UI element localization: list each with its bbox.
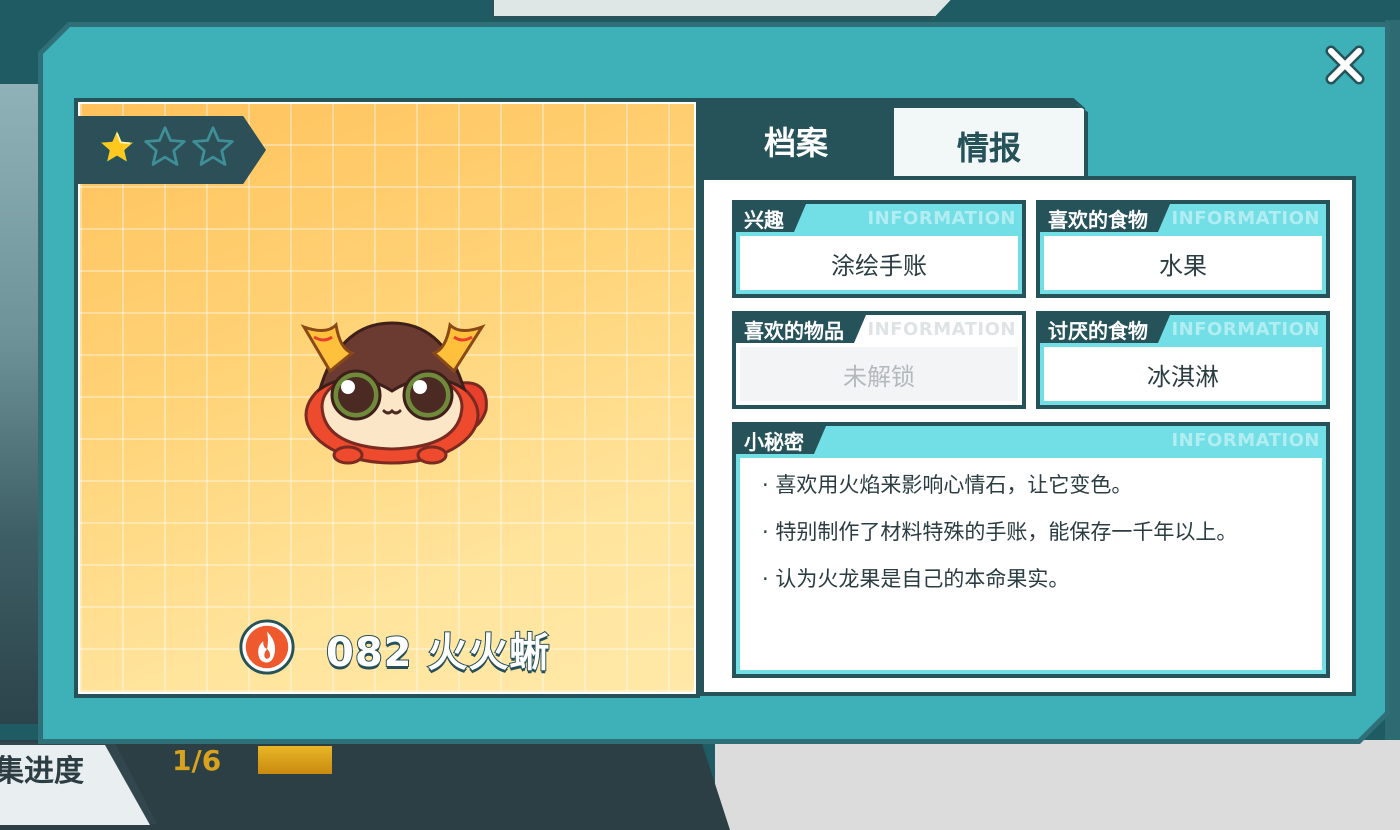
favorite-item-card: 喜欢的物品 INFORMATION 未解锁 <box>732 311 1026 409</box>
collection-progress-count: 1/6 <box>172 744 222 777</box>
close-button[interactable] <box>1320 40 1370 90</box>
disliked-food-card-header: 讨厌的食物 <box>1040 315 1170 343</box>
secret-card: 小秘密 INFORMATION · 喜欢用火焰来影响心情石，让它变色。 · 特别… <box>732 422 1330 678</box>
secret-line: · 认为火龙果是自己的本命果实。 <box>762 567 1070 591</box>
disliked-food-value: 冰淇淋 <box>1044 347 1322 401</box>
interest-card-header: 兴趣 <box>736 204 806 232</box>
fire-icon <box>239 619 295 675</box>
favorite-item-value: 未解锁 <box>740 347 1018 401</box>
information-watermark: INFORMATION <box>867 319 1016 340</box>
favorite-food-value: 水果 <box>1044 236 1322 290</box>
favorite-food-card-header: 喜欢的食物 <box>1040 204 1170 232</box>
star-filled-icon <box>96 126 138 166</box>
star-empty-icon <box>192 126 234 166</box>
tab-profile[interactable]: 档案 <box>706 104 886 178</box>
information-watermark: INFORMATION <box>1171 208 1320 229</box>
secret-card-header: 小秘密 <box>736 426 826 454</box>
favorite-item-card-header: 喜欢的物品 <box>736 315 866 343</box>
background-top-tab <box>490 0 960 20</box>
tab-profile-label: 档案 <box>763 124 828 162</box>
collection-progress-label: 集进度 <box>0 754 84 789</box>
secret-line: · 特别制作了材料特殊的手账，能保存一千年以上。 <box>762 520 1238 544</box>
tab-information-label: 情报 <box>956 129 1021 167</box>
interest-value: 涂绘手账 <box>740 236 1018 290</box>
information-watermark: INFORMATION <box>867 208 1016 229</box>
tab-information[interactable]: 情报 <box>890 104 1088 184</box>
close-icon <box>1325 45 1365 85</box>
information-watermark: INFORMATION <box>1171 430 1320 451</box>
creature-number-name: 082 火火蜥 <box>325 629 551 677</box>
secret-list: · 喜欢用火焰来影响心情石，让它变色。 · 特别制作了材料特殊的手账，能保存一千… <box>740 458 1322 670</box>
disliked-food-card: 讨厌的食物 INFORMATION 冰淇淋 <box>1036 311 1330 409</box>
information-watermark: INFORMATION <box>1171 319 1320 340</box>
collection-progress-fill <box>258 746 332 774</box>
rarity-stars <box>94 124 236 170</box>
favorite-food-card: 喜欢的食物 INFORMATION 水果 <box>1036 200 1330 298</box>
creature-portrait <box>300 321 488 465</box>
interest-card: 兴趣 INFORMATION 涂绘手账 <box>732 200 1026 298</box>
secret-line: · 喜欢用火焰来影响心情石，让它变色。 <box>762 473 1133 497</box>
background-floor <box>715 740 1400 830</box>
star-empty-icon <box>144 126 186 166</box>
